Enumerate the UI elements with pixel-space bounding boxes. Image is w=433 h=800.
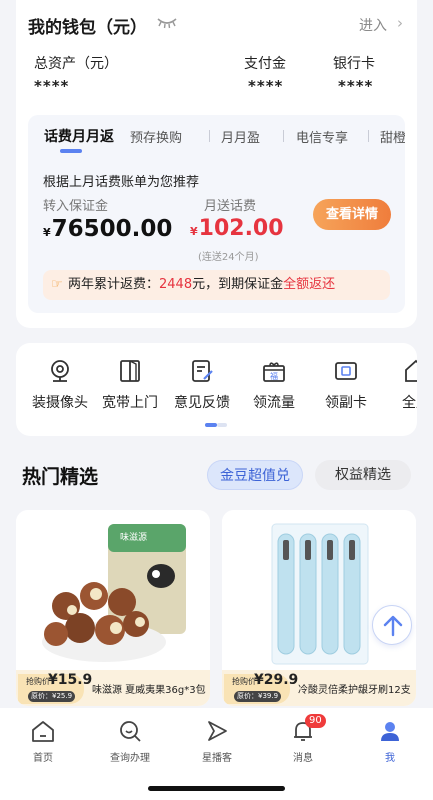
- tab-orange[interactable]: 甜橙: [380, 127, 405, 146]
- chip-benefits[interactable]: 权益精选: [315, 460, 411, 490]
- asset-label-pay: 支付金: [244, 56, 286, 72]
- price-tag: 抢购价： ¥15.9 原价：¥25.9: [18, 672, 92, 704]
- product-name: 冷酸灵倍柔护龈牙刷12支: [298, 685, 411, 696]
- tab-separator: [368, 130, 369, 142]
- view-details-button[interactable]: 查看详情: [313, 199, 391, 230]
- gift-amount: ¥102.00: [190, 216, 284, 241]
- gift-label: 月送话费: [204, 199, 257, 214]
- camera-icon: [51, 360, 69, 382]
- service-sub-card[interactable]: 领副卡: [306, 358, 386, 412]
- sim-card-icon: [335, 362, 357, 380]
- tab-indicator: [60, 149, 82, 153]
- message-badge: 90: [305, 714, 326, 728]
- price-tag: 抢购价： ¥29.9 原价：¥39.9: [224, 672, 298, 704]
- tab-telecom-exclusive[interactable]: 电信专享: [296, 127, 348, 146]
- service-broadband[interactable]: 宽带上门: [90, 358, 170, 412]
- asset-value-bank[interactable]: ****: [338, 77, 373, 95]
- asset-label-bank: 银行卡: [333, 56, 375, 72]
- price-bar: 抢购价： ¥29.9 原价：¥39.9 冷酸灵倍柔护龈牙刷12支: [222, 670, 416, 706]
- asset-value-pay[interactable]: ****: [248, 77, 283, 95]
- eye-closed-icon[interactable]: [156, 16, 178, 30]
- refund-emphasis: 全额返还: [283, 277, 336, 292]
- tab-separator: [209, 130, 210, 142]
- search-icon: [120, 721, 141, 742]
- service-whole-house[interactable]: 全屋: [376, 358, 417, 412]
- price-bar: 抢购价： ¥15.9 原价：¥25.9 味滋源 夏威夷果36g*3包: [16, 670, 210, 706]
- play-icon: [208, 721, 227, 741]
- asset-label-total: 总资产（元）: [34, 56, 118, 72]
- home-icon: [32, 721, 54, 742]
- person-icon: [381, 722, 399, 741]
- bill-panel: 话费月月返 预存换购 月月盈 电信专享 甜橙 根据上月话费账单为您推荐 转入保证…: [28, 115, 405, 313]
- refund-amount: 2448: [159, 277, 193, 292]
- wallet-enter-link[interactable]: 进入: [359, 15, 387, 35]
- product-image-macadamia: 味滋源: [16, 510, 210, 670]
- nav-query[interactable]: 查询办理: [90, 718, 170, 764]
- gift-note: (连送24个月): [198, 252, 259, 263]
- hand-icon: ☞: [51, 277, 63, 292]
- home-indicator: [148, 786, 285, 791]
- product-card[interactable]: 味滋源 抢购价： ¥15.9 原价：¥25.9 味滋源 夏威夷果36g*3包: [16, 510, 210, 706]
- hot-picks-title: 热门精选: [22, 466, 99, 488]
- service-data[interactable]: 福 领流量: [234, 358, 314, 412]
- door-icon: [120, 360, 140, 382]
- nav-messages[interactable]: 90 消息: [263, 714, 343, 764]
- svg-text:福: 福: [270, 372, 278, 381]
- refund-banner: ☞ 两年累计返费：2448元，到期保证金全额返还: [43, 270, 390, 300]
- tab-prestore[interactable]: 预存换购: [130, 127, 182, 146]
- service-camera[interactable]: 装摄像头: [20, 358, 100, 412]
- deposit-amount: ¥76500.00: [43, 216, 173, 242]
- deposit-label: 转入保证金: [43, 199, 109, 214]
- page-indicator: [205, 423, 227, 427]
- bill-tabs: 话费月月返 预存换购 月月盈 电信专享 甜橙: [36, 127, 405, 149]
- tab-monthly-profit[interactable]: 月月盈: [221, 127, 260, 146]
- nav-star-podcast[interactable]: 星播客: [177, 718, 257, 764]
- svg-text:味滋源: 味滋源: [120, 531, 147, 543]
- product-image-toothbrush: [222, 510, 416, 670]
- wallet-card: 我的钱包（元） 进入 › 总资产（元） **** 支付金 **** 银行卡 **…: [16, 0, 417, 328]
- chip-gold-bean[interactable]: 金豆超值兑: [207, 460, 303, 490]
- feedback-icon: [192, 360, 213, 382]
- service-feedback[interactable]: 意见反馈: [162, 358, 242, 412]
- original-price: 原价：¥25.9: [28, 691, 76, 702]
- asset-value-total[interactable]: ****: [34, 77, 69, 95]
- services-row: 装摄像头 宽带上门 意见反馈 福 领流量 领副卡 全屋: [16, 343, 417, 436]
- product-price: ¥29.9: [254, 672, 299, 688]
- product-price: ¥15.9: [48, 672, 93, 688]
- recommend-text: 根据上月话费账单为您推荐: [43, 175, 200, 190]
- nav-me[interactable]: 我: [350, 718, 430, 764]
- tab-separator: [283, 130, 284, 142]
- gift-box-icon: 福: [263, 362, 285, 382]
- arrow-up-icon: [383, 615, 403, 637]
- product-name: 味滋源 夏威夷果36g*3包: [92, 685, 206, 696]
- back-to-top-button[interactable]: [372, 605, 412, 645]
- wallet-title: 我的钱包（元）: [28, 18, 147, 38]
- house-icon: [405, 359, 417, 382]
- nav-home[interactable]: 首页: [3, 718, 83, 764]
- tab-monthly-refund[interactable]: 话费月月返: [44, 126, 114, 146]
- chevron-right-icon[interactable]: ›: [397, 14, 403, 32]
- original-price: 原价：¥39.9: [234, 691, 282, 702]
